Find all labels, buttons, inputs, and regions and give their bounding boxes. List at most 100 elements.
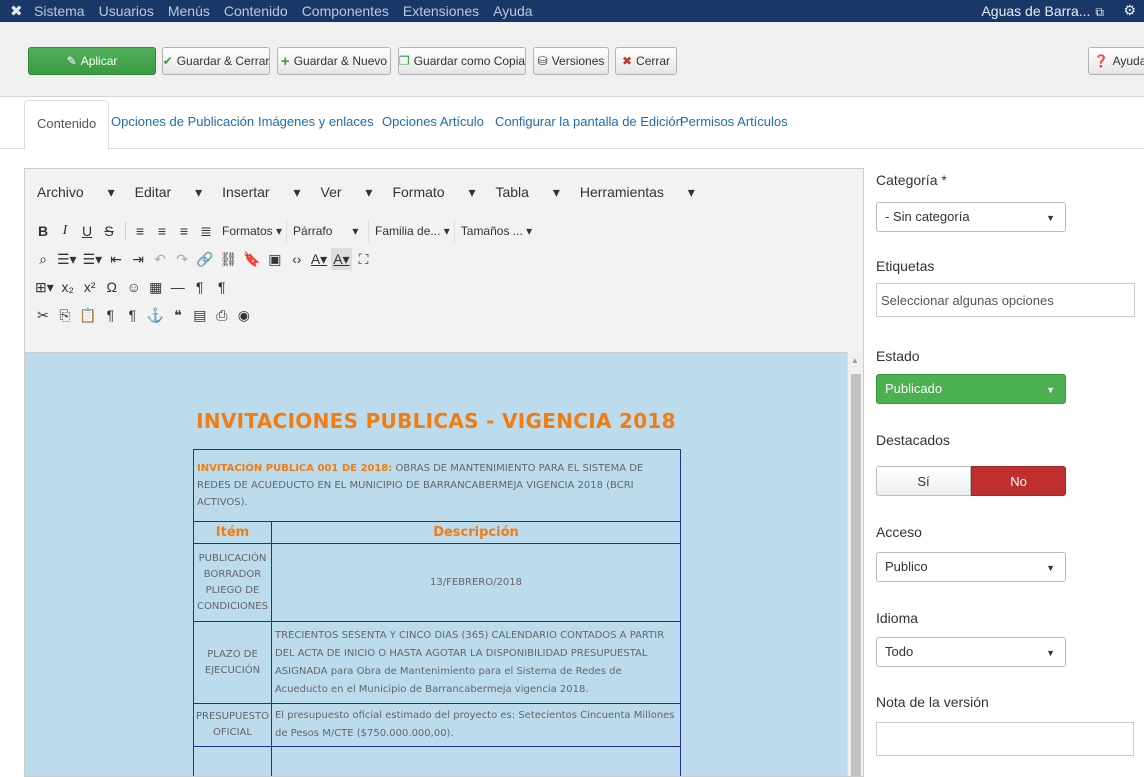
table-row: INVITACIÓN PUBLICA 001 DE 2018: OBRAS DE… xyxy=(193,449,681,522)
close-icon: ✖ xyxy=(621,54,633,68)
scroll-up-icon[interactable]: ▲ xyxy=(851,356,859,365)
background-color-icon[interactable]: A▾ xyxy=(331,248,352,270)
external-link-icon: ⧉ xyxy=(1095,5,1104,19)
table-icon[interactable]: ⊞▾ xyxy=(33,276,56,298)
align-right-icon[interactable]: ≡ xyxy=(174,220,194,242)
language-select[interactable]: Todo ▼ xyxy=(876,637,1066,667)
editor-menu-archivo[interactable]: Archivo ▾ xyxy=(37,184,115,201)
save-close-button[interactable]: ✔ Guardar & Cerrar xyxy=(162,47,270,75)
featured-yes-button[interactable]: Sí xyxy=(876,466,971,496)
template-icon[interactable]: ▤ xyxy=(190,304,210,326)
superscript-icon[interactable]: x² xyxy=(80,276,100,298)
close-button[interactable]: ✖ Cerrar xyxy=(615,47,677,75)
apply-button[interactable]: ✎ Aplicar xyxy=(28,47,156,75)
bookmark-icon[interactable]: 🔖 xyxy=(241,248,262,270)
column-header-item: Itém xyxy=(193,521,272,544)
formats-dropdown[interactable]: Formatos ▾ xyxy=(218,220,288,242)
question-icon: ❓ xyxy=(1093,54,1109,68)
admin-menu: Sistema Usuarios Menús Contenido Compone… xyxy=(34,3,547,19)
editor-menu-ver[interactable]: Ver ▾ xyxy=(321,184,373,201)
preview-icon[interactable]: ◉ xyxy=(234,304,254,326)
subscript-icon[interactable]: x₂ xyxy=(58,276,78,298)
print-icon[interactable]: ⎙ xyxy=(212,304,232,326)
menu-extensiones[interactable]: Extensiones xyxy=(403,3,479,19)
access-value: Publico xyxy=(885,559,928,574)
bullet-list-icon[interactable]: ☰▾ xyxy=(55,248,79,270)
code-icon[interactable]: ‹› xyxy=(287,248,307,270)
status-select[interactable]: Publicado ▼ xyxy=(876,374,1066,404)
align-left-icon[interactable]: ≡ xyxy=(130,220,150,242)
media-icon[interactable]: ▦ xyxy=(146,276,166,298)
bold-icon[interactable]: B xyxy=(33,220,53,242)
paste-icon[interactable]: 📋 xyxy=(77,304,98,326)
align-justify-icon[interactable]: ≣ xyxy=(196,220,216,242)
unlink-icon[interactable]: ⛓ xyxy=(218,248,240,270)
editor-menu-editar[interactable]: Editar ▾ xyxy=(135,184,203,201)
version-note-input[interactable] xyxy=(876,722,1134,756)
italic-icon[interactable]: I xyxy=(55,220,75,242)
special-char-icon[interactable]: Ω xyxy=(102,276,122,298)
emoticons-icon[interactable]: ☺ xyxy=(124,276,144,298)
redo-icon[interactable]: ↷ xyxy=(172,248,192,270)
menu-sistema[interactable]: Sistema xyxy=(34,3,85,19)
access-label: Acceso xyxy=(876,524,922,540)
editor-menu-tabla[interactable]: Tabla ▾ xyxy=(495,184,559,201)
tab-imagenes-enlaces[interactable]: Imágenes y enlaces xyxy=(258,114,374,129)
editor-menu-formato[interactable]: Formato ▾ xyxy=(392,184,475,201)
formats-label: Formatos xyxy=(222,224,273,238)
undo-icon[interactable]: ↶ xyxy=(150,248,170,270)
menu-usuarios[interactable]: Usuarios xyxy=(99,3,154,19)
outdent-icon[interactable]: ⇤ xyxy=(106,248,126,270)
versions-button[interactable]: ⛁ Versiones xyxy=(533,47,609,75)
tab-contenido[interactable]: Contenido xyxy=(24,100,110,150)
align-center-icon[interactable]: ≡ xyxy=(152,220,172,242)
font-size-dropdown[interactable]: Tamaños ... ▾ xyxy=(457,220,536,242)
cut-icon[interactable]: ✂ xyxy=(33,304,53,326)
tab-opciones-publicacion[interactable]: Opciones de Publicación xyxy=(111,114,254,129)
text-color-icon[interactable]: A▾ xyxy=(309,248,329,270)
copy-icon[interactable]: ⎘ xyxy=(55,304,75,326)
editor-content-area[interactable]: INVITACIONES PUBLICAS - VIGENCIA 2018 IN… xyxy=(25,352,847,776)
help-button[interactable]: ❓ Ayuda xyxy=(1088,47,1144,75)
editor-menu-insertar[interactable]: Insertar ▾ xyxy=(222,184,300,201)
scrollbar-thumb[interactable] xyxy=(851,374,861,776)
indent-icon[interactable]: ⇥ xyxy=(128,248,148,270)
menu-menus[interactable]: Menús xyxy=(168,3,210,19)
numbered-list-icon[interactable]: ☰▾ xyxy=(81,248,105,270)
tab-opciones-articulo[interactable]: Opciones Artículo xyxy=(382,114,484,129)
category-select[interactable]: - Sin categoría ▼ xyxy=(876,202,1066,232)
image-icon[interactable]: ▣ xyxy=(265,248,285,270)
find-icon[interactable]: ⌕ xyxy=(33,248,53,270)
site-link[interactable]: Aguas de Barra... ⧉ xyxy=(981,3,1104,20)
nonbreaking-icon[interactable]: ¶ xyxy=(122,304,142,326)
fullscreen-icon[interactable]: ⛶ xyxy=(354,248,374,270)
horizontal-rule-icon[interactable]: — xyxy=(168,276,188,298)
save-close-label: Guardar & Cerrar xyxy=(176,54,270,68)
blockquote-icon[interactable]: ❝ xyxy=(168,304,188,326)
menu-ayuda[interactable]: Ayuda xyxy=(493,3,532,19)
tags-input[interactable]: Seleccionar algunas opciones xyxy=(876,283,1135,317)
link-icon[interactable]: 🔗 xyxy=(194,248,215,270)
access-select[interactable]: Publico ▼ xyxy=(876,552,1066,582)
toolbar: ✎ Aplicar ✔ Guardar & Cerrar + Guardar & Nu… xyxy=(0,22,1144,97)
editor-scrollbar[interactable]: ▲ xyxy=(847,352,863,776)
tab-configurar-pantalla[interactable]: Configurar la pantalla de Edición xyxy=(495,114,683,129)
tab-permisos[interactable]: Permisos Artículos xyxy=(680,114,788,129)
underline-icon[interactable]: U xyxy=(77,220,97,242)
paragraph-dropdown[interactable]: Párrafo ▾ xyxy=(289,220,370,242)
tags-label: Etiquetas xyxy=(876,258,935,274)
ltr-icon[interactable]: ¶ xyxy=(190,276,210,298)
editor-menu-herramientas[interactable]: Herramientas ▾ xyxy=(580,184,695,201)
visual-chars-icon[interactable]: ¶ xyxy=(100,304,120,326)
font-family-dropdown[interactable]: Familia de... ▾ xyxy=(371,220,455,242)
menu-componentes[interactable]: Componentes xyxy=(302,3,389,19)
joomla-logo-icon[interactable]: ✖ xyxy=(10,2,23,20)
anchor-icon[interactable]: ⚓ xyxy=(144,304,165,326)
save-copy-button[interactable]: ❐ Guardar como Copia xyxy=(398,47,526,75)
save-new-button[interactable]: + Guardar & Nuevo xyxy=(277,47,391,75)
rtl-icon[interactable]: ¶ xyxy=(212,276,232,298)
featured-no-button[interactable]: No xyxy=(971,466,1066,496)
menu-contenido[interactable]: Contenido xyxy=(224,3,288,19)
strikethrough-icon[interactable]: S xyxy=(99,220,119,242)
user-gear-icon[interactable]: ⚙ xyxy=(1123,2,1136,19)
